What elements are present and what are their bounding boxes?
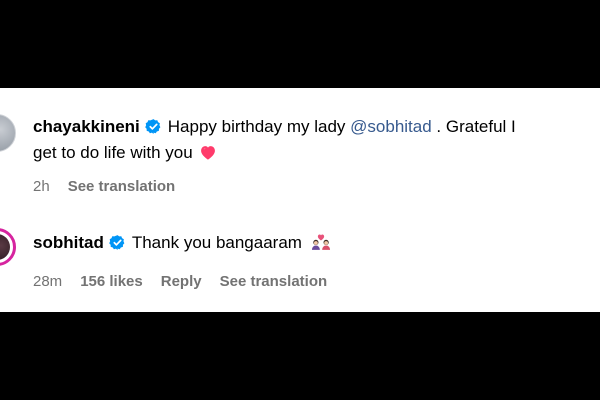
avatar[interactable] xyxy=(0,114,16,152)
comment-username[interactable]: sobhitad xyxy=(33,233,104,252)
comment-username[interactable]: chayakkineni xyxy=(33,117,140,136)
comment-body: Thank you bangaaram xyxy=(131,233,302,252)
comment-text-line: sobhitad Thank you bangaaram xyxy=(33,232,332,254)
comment-meta: 28m 156 likes Reply See translation xyxy=(33,273,345,291)
comment-timestamp: 2h xyxy=(33,178,50,195)
couple-emoji-icon xyxy=(311,234,330,250)
avatar-story-ring[interactable] xyxy=(0,228,16,266)
comment-body-line2: get to do life with you xyxy=(33,143,193,162)
verified-badge-icon xyxy=(109,235,125,250)
comment-timestamp: 28m xyxy=(33,273,63,290)
see-translation-button[interactable]: See translation xyxy=(68,178,176,195)
likes-count-button[interactable]: 156 likes xyxy=(80,273,143,290)
mention-link[interactable]: @sobhitad xyxy=(350,117,432,136)
see-translation-button[interactable]: See translation xyxy=(220,273,328,290)
verified-badge-icon xyxy=(144,119,161,134)
avatar xyxy=(0,234,10,260)
comment-text-line: get to do life with you xyxy=(33,142,217,164)
comment-body-continued: . Grateful I xyxy=(431,117,516,136)
comment-meta: 2h See translation xyxy=(33,178,193,196)
comment-body: Happy birthday my lady xyxy=(167,117,351,136)
comment-text-line: chayakkineni Happy birthday my lady @sobh… xyxy=(33,116,516,138)
comments-panel: chayakkineni Happy birthday my lady @sobh… xyxy=(0,88,600,312)
reply-button[interactable]: Reply xyxy=(161,273,202,290)
heart-icon xyxy=(200,146,215,160)
